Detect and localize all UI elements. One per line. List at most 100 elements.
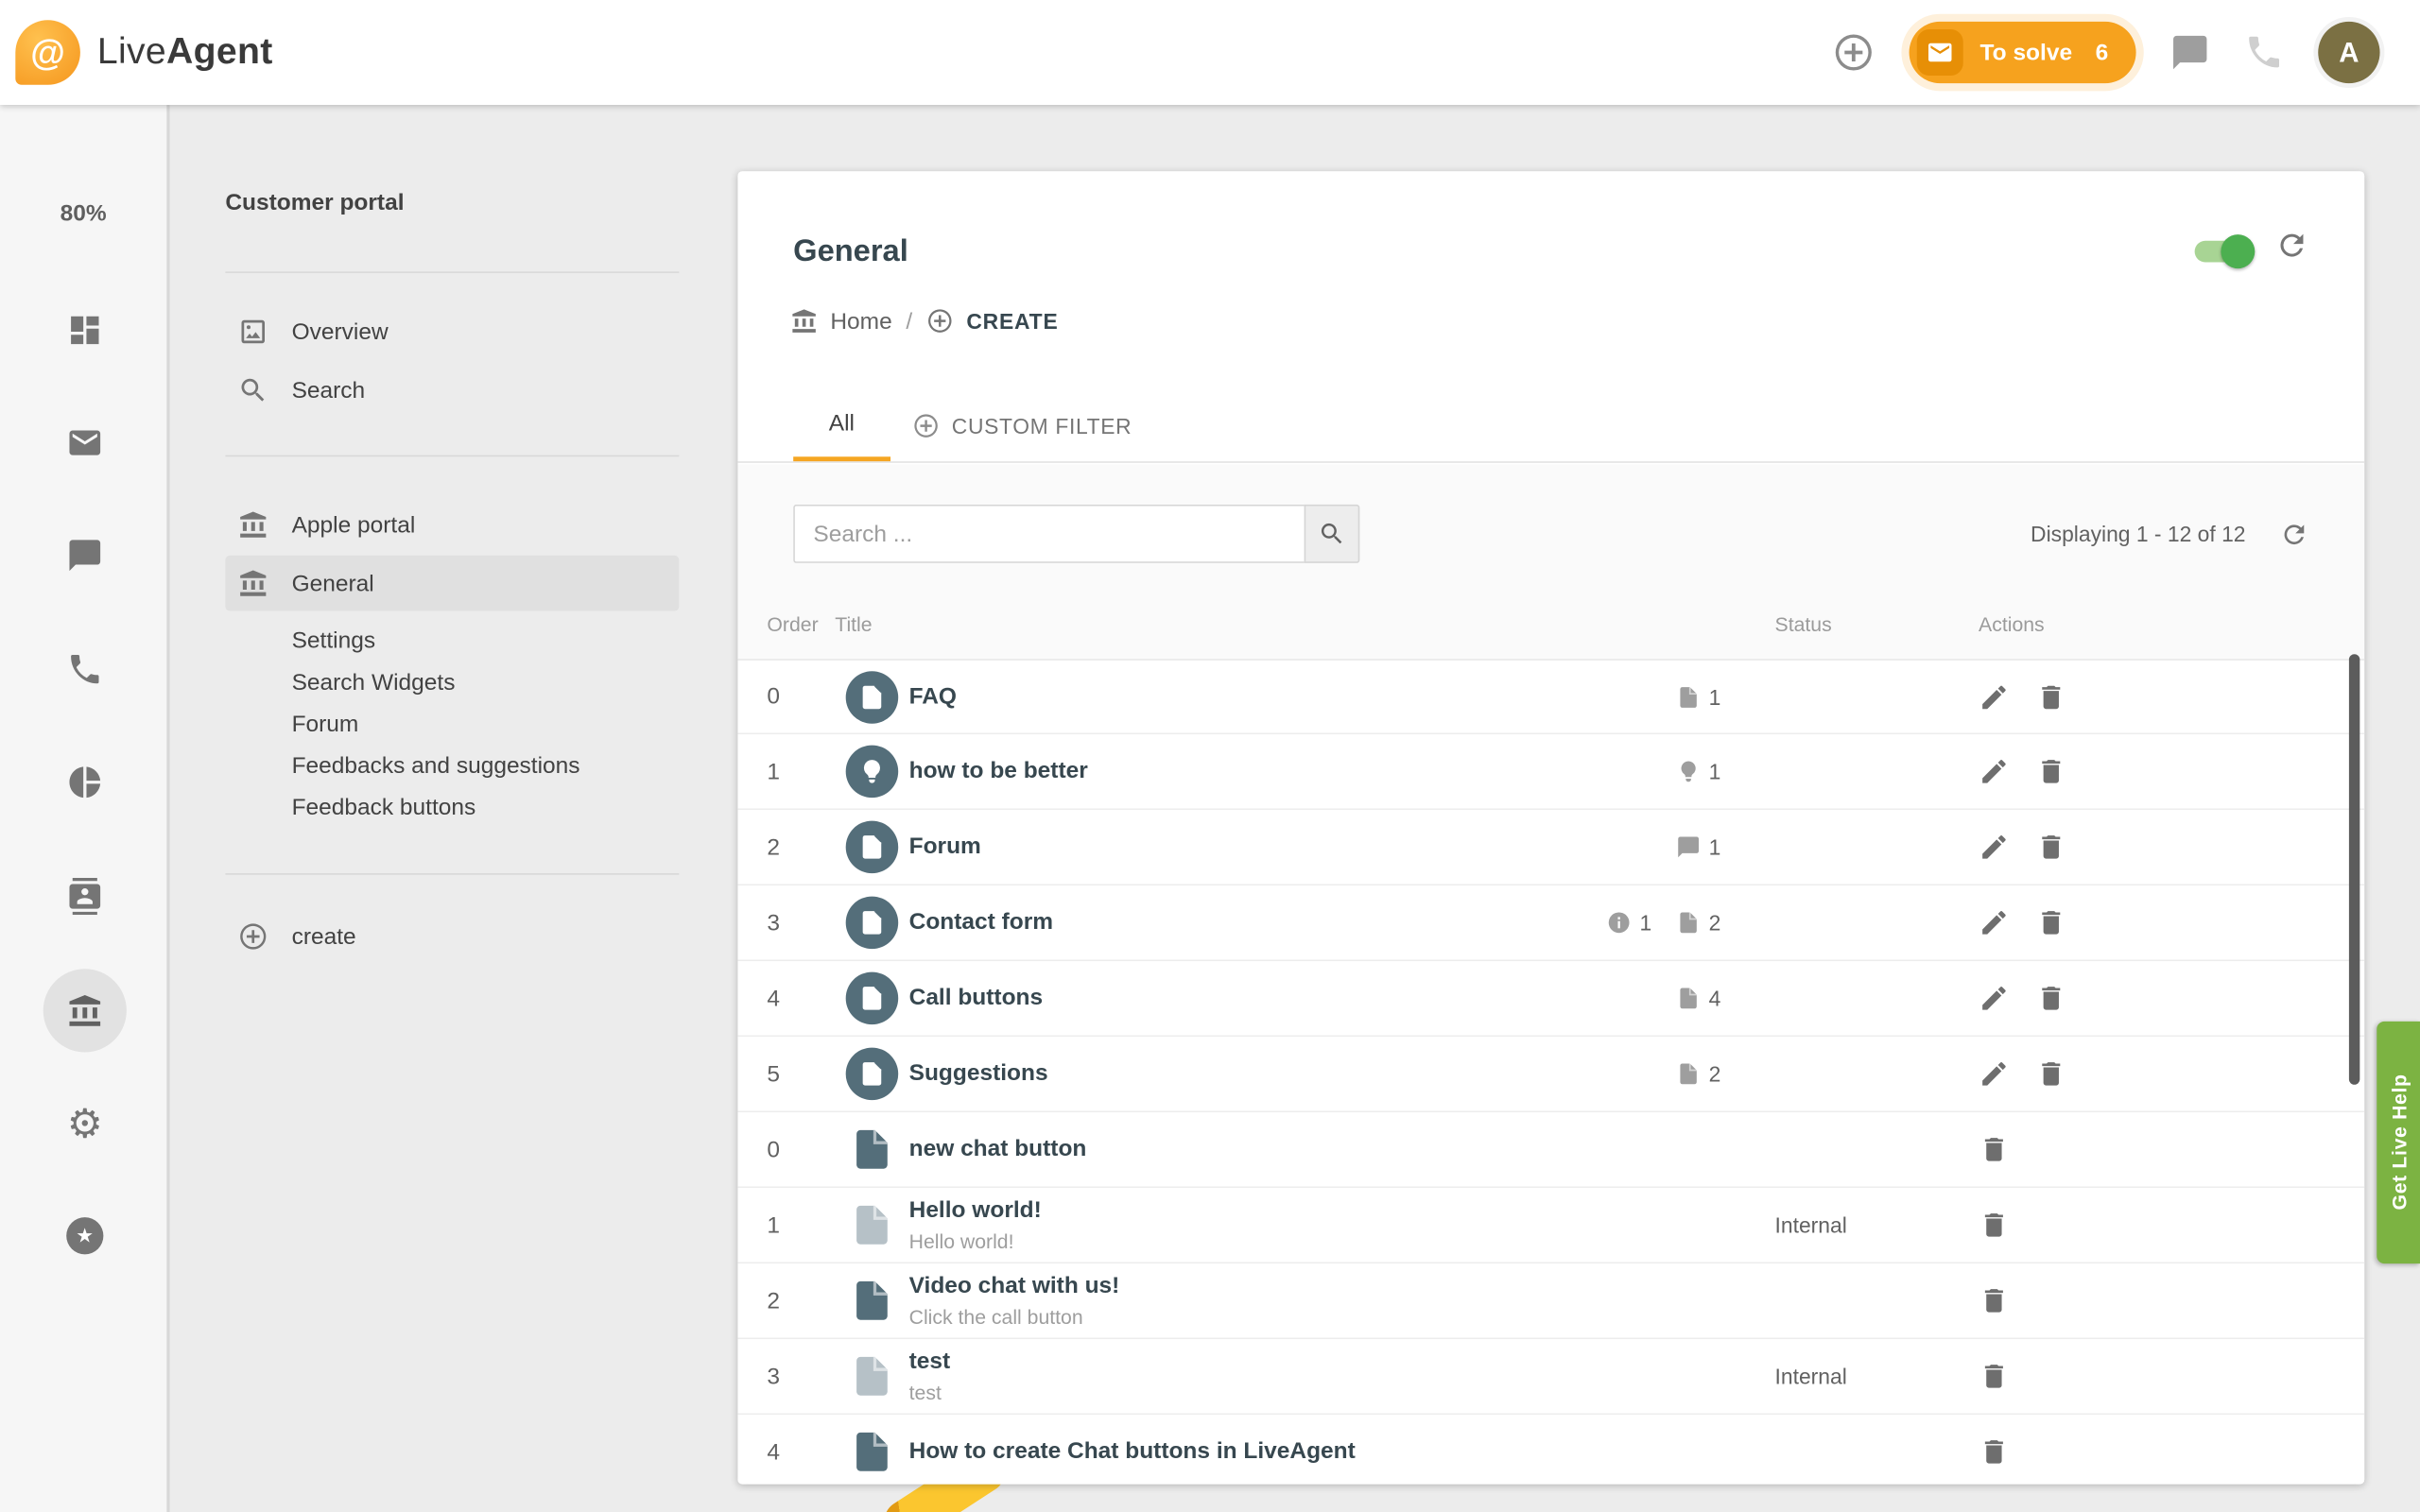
table-row[interactable]: 3testtestInternal <box>737 1339 2364 1415</box>
delete-icon <box>1979 1361 2010 1392</box>
row-order: 4 <box>767 1438 835 1465</box>
table-row[interactable]: 5Suggestions2 <box>737 1037 2364 1112</box>
search-row: Displaying 1 - 12 of 12 <box>793 505 2308 563</box>
sidebar-item-search[interactable]: Search <box>225 361 679 420</box>
edit-button[interactable] <box>1979 1058 2010 1090</box>
search-input[interactable] <box>793 505 1304 563</box>
row-title-cell[interactable]: Video chat with us!Click the call button <box>909 1272 1490 1329</box>
breadcrumb-create[interactable]: CREATE <box>926 307 1059 335</box>
search-icon <box>1318 520 1345 547</box>
chats-button[interactable] <box>2170 32 2210 72</box>
edit-icon <box>1979 832 2010 863</box>
row-title-cell[interactable]: Contact form <box>909 909 1490 936</box>
sidebar-item-apple-portal[interactable]: Apple portal <box>225 495 679 554</box>
get-live-help-tab[interactable]: Get Live Help <box>2377 1022 2420 1263</box>
sidebar-item-overview[interactable]: Overview <box>225 302 679 361</box>
table-row[interactable]: 0FAQ1 <box>737 659 2364 734</box>
sidebar-item-general[interactable]: General <box>225 556 679 611</box>
row-title-cell[interactable]: Forum <box>909 833 1490 861</box>
delete-button[interactable] <box>2035 756 2066 787</box>
row-title: Forum <box>909 833 1490 861</box>
row-title-cell[interactable]: how to be better <box>909 758 1490 785</box>
rail-tickets-button[interactable] <box>66 424 103 461</box>
delete-button[interactable] <box>2035 832 2066 863</box>
row-icon-cell <box>835 1429 908 1475</box>
add-new-button[interactable] <box>1832 31 1876 75</box>
breadcrumb-home[interactable]: Home <box>790 307 892 335</box>
row-actions <box>1960 1285 2364 1316</box>
edit-button[interactable] <box>1979 681 2010 713</box>
sidebar-item-feedback-buttons[interactable]: Feedback buttons <box>225 787 679 829</box>
table-rows: 0FAQ11how to be better12Forum13Contact f… <box>737 659 2364 1484</box>
portal-enabled-toggle[interactable] <box>2195 241 2251 263</box>
liveagent-logo[interactable]: @ LiveAgent <box>15 20 272 85</box>
sidebar-item-feedbacks[interactable]: Feedbacks and suggestions <box>225 746 679 787</box>
tab-label: CUSTOM FILTER <box>952 414 1132 438</box>
delete-button[interactable] <box>1979 1361 2010 1392</box>
refresh-list-button[interactable] <box>2279 519 2308 548</box>
row-order: 1 <box>767 1211 835 1238</box>
table-row[interactable]: 2Forum1 <box>737 810 2364 885</box>
rail-dashboard-button[interactable] <box>66 312 103 349</box>
column-order: Order <box>767 611 835 634</box>
delete-button[interactable] <box>1979 1436 2010 1468</box>
row-title-cell[interactable]: How to create Chat buttons in LiveAgent <box>909 1438 1490 1466</box>
sidebar-item-create[interactable]: create <box>225 907 679 966</box>
row-title-cell[interactable]: Call buttons <box>909 985 1490 1012</box>
star-badge-icon: ★ <box>66 1217 103 1254</box>
refresh-icon <box>2275 229 2309 263</box>
row-title-cell[interactable]: testtest <box>909 1348 1490 1404</box>
delete-button[interactable] <box>2035 907 2066 938</box>
edit-button[interactable] <box>1979 756 2010 787</box>
plus-circle-icon <box>1832 31 1876 75</box>
rail-chats-button[interactable] <box>66 537 103 574</box>
rail-calls-button[interactable] <box>66 651 103 688</box>
edit-button[interactable] <box>1979 983 2010 1014</box>
search-button[interactable] <box>1305 505 1360 563</box>
row-title-cell[interactable]: new chat button <box>909 1136 1490 1163</box>
table-row[interactable]: 0new chat button <box>737 1112 2364 1188</box>
sidebar-item-search-widgets[interactable]: Search Widgets <box>225 662 679 703</box>
rail-customer-portal-button[interactable] <box>66 992 103 1029</box>
rail-settings-button[interactable]: ⚙ <box>67 1103 103 1143</box>
tab-all[interactable]: All <box>793 390 890 461</box>
delete-button[interactable] <box>2035 681 2066 713</box>
table-row[interactable]: 1how to be better1 <box>737 734 2364 810</box>
delete-button[interactable] <box>1979 1134 2010 1165</box>
phone-icon <box>2244 32 2284 72</box>
sidebar-item-forum[interactable]: Forum <box>225 703 679 745</box>
user-avatar[interactable]: A <box>2318 22 2379 83</box>
table-row[interactable]: 4Call buttons4 <box>737 961 2364 1037</box>
edit-button[interactable] <box>1979 832 2010 863</box>
delete-button[interactable] <box>2035 983 2066 1014</box>
row-title-cell[interactable]: Suggestions <box>909 1060 1490 1088</box>
row-title-cell[interactable]: FAQ <box>909 682 1490 710</box>
edit-icon <box>1979 907 2010 938</box>
rail-contacts-button[interactable] <box>66 878 103 915</box>
row-title-cell[interactable]: Hello world!Hello world! <box>909 1196 1490 1253</box>
table-row[interactable]: 4 How to create Chat buttons in LiveAgent <box>737 1415 2364 1484</box>
delete-button[interactable] <box>1979 1285 2010 1316</box>
calls-button[interactable] <box>2244 32 2284 72</box>
bulb-icon <box>1676 759 1701 783</box>
article-doc-icon <box>849 1429 895 1475</box>
table-row[interactable]: 3Contact form12 <box>737 885 2364 961</box>
delete-button[interactable] <box>1979 1210 2010 1241</box>
refresh-button[interactable] <box>2275 229 2309 263</box>
info-icon <box>1607 910 1632 935</box>
contacts-icon <box>66 878 103 915</box>
rail-gamification-button[interactable]: ★ <box>66 1217 103 1254</box>
divider <box>225 455 679 457</box>
delete-button[interactable] <box>2035 1058 2066 1090</box>
scrollbar-thumb[interactable] <box>2349 654 2360 1085</box>
tab-custom-filter[interactable]: CUSTOM FILTER <box>911 390 1132 461</box>
to-solve-button[interactable]: To solve 6 <box>1909 22 2135 83</box>
sidebar-item-settings[interactable]: Settings <box>225 620 679 662</box>
row-icon-cell <box>835 821 908 874</box>
table-row[interactable]: 2Video chat with us!Click the call butto… <box>737 1263 2364 1339</box>
count-value: 2 <box>1709 1061 1721 1086</box>
rail-reports-button[interactable] <box>66 764 103 800</box>
bank-icon <box>237 509 268 541</box>
edit-button[interactable] <box>1979 907 2010 938</box>
table-row[interactable]: 1Hello world!Hello world!Internal <box>737 1188 2364 1263</box>
